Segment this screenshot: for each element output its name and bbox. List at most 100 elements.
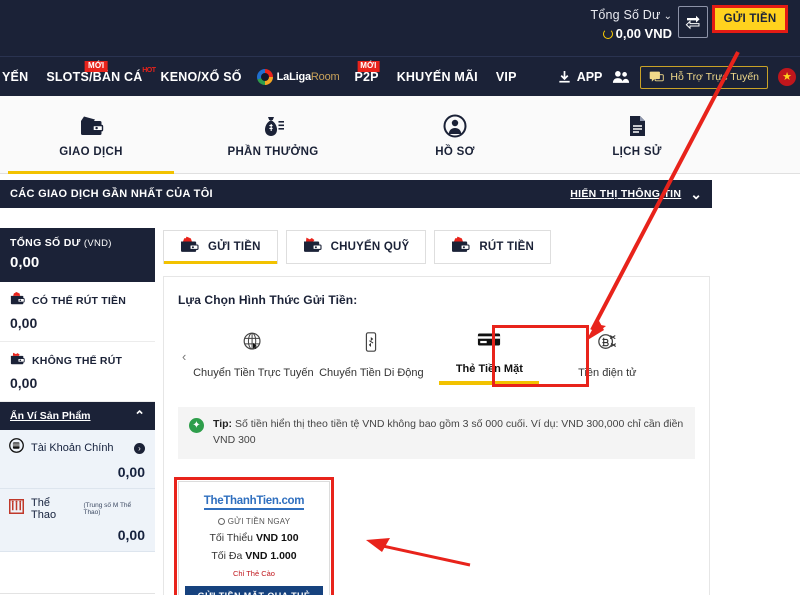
nav-item-label: KHUYẾN MÃI (396, 70, 478, 84)
document-icon (624, 113, 650, 139)
tab-lich-su[interactable]: LỊCH SỬ (546, 96, 728, 174)
balance-label: Tổng Số Dư (590, 8, 661, 22)
download-icon (559, 70, 570, 83)
method-crypto[interactable]: Tiền điện tử (548, 325, 666, 387)
money-bag-icon (260, 113, 286, 139)
nav-right-group: APP Hỗ Trợ Trực Tuyến ★ (557, 57, 796, 97)
method-label: Chuyển Tiền Trực Tuyến (193, 367, 314, 379)
tip-body: Số tiền hiển thị theo tiền tệ VND không … (213, 418, 684, 446)
total-balance-label: TỔNG SỐ DƯ (VND) (10, 237, 112, 249)
crypto-icon (596, 331, 618, 358)
section-header-actions: HIỂN THỊ THÔNG TIN ⌄ (570, 187, 702, 201)
method-online-transfer[interactable]: Chuyển Tiền Trực Tuyến (193, 325, 314, 387)
non-withdrawable-head: KHÔNG THỂ RÚT (10, 351, 145, 371)
star-badge-button[interactable]: ★ (778, 68, 796, 86)
method-label: Thẻ Tiền Mặt (455, 363, 523, 375)
nav-item-p2p[interactable]: MỚI P2P (345, 61, 387, 84)
top-bar: Tổng Số Dư ⌄ 0,00 VND GỬI TIỀN (0, 0, 800, 56)
tip-text: Tip: Số tiền hiển thị theo tiền tệ VND k… (213, 417, 684, 449)
non-withdrawable-label: KHÔNG THỂ RÚT (32, 355, 123, 367)
tab-label: RÚT TIỀN (479, 241, 534, 253)
balance-display[interactable]: Tổng Số Dư ⌄ 0,00 VND (590, 5, 672, 42)
withdrawable-label: CÓ THỂ RÚT TIỀN (32, 295, 126, 307)
nav-item-vip[interactable]: VIP (487, 70, 526, 84)
tab-label: HỒ SƠ (435, 145, 475, 158)
live-support-button[interactable]: Hỗ Trợ Trực Tuyến (640, 65, 768, 89)
sidebar-footer-spacer (0, 552, 155, 594)
wallet-row-main-account[interactable]: Tài Khoản Chính › 0,00 (0, 430, 155, 489)
chat-icon (650, 71, 665, 82)
tab-phan-thuong[interactable]: PHẦN THƯỞNG (182, 96, 364, 174)
chevron-up-icon: ⌃ (134, 408, 145, 423)
nav-item-0[interactable]: YẾN (0, 70, 37, 84)
wallet-expand-icon[interactable]: › (134, 442, 145, 454)
nav-item-label: KENO/XỔ SỐ (160, 70, 242, 84)
laliga-label: LaLigaRoom (276, 71, 340, 83)
swap-arrows-icon (685, 15, 700, 30)
balance-label-row: Tổng Số Dư ⌄ (590, 5, 672, 25)
balance-value: 0,00 VND (615, 26, 672, 41)
nav-item-label: P2P (354, 70, 379, 84)
tip-prefix: Tip: (213, 418, 233, 430)
wallet-head: Tài Khoản Chính › (9, 438, 145, 458)
nav-left-group: YẾN MỚI SLOTS/BẢN CÁ HOT KENO/XỔ SỐ LaLi… (0, 57, 526, 97)
deposit-panel: Lựa Chọn Hình Thức Gửi Tiền: ‹ Chuyển Ti… (163, 276, 710, 595)
app-label: APP (576, 70, 603, 84)
wallet-deposit-icon (180, 236, 200, 258)
nav-item-label: VIP (495, 70, 517, 84)
transaction-tabs: GỬI TIỀN CHUYỂN QUỸ RÚT TIỀN (155, 216, 712, 264)
nav-item-label: YẾN (2, 70, 29, 84)
referral-button[interactable] (612, 70, 630, 84)
chevron-left-icon[interactable]: ‹ (180, 325, 194, 364)
nav-item-promotions[interactable]: KHUYẾN MÃI (388, 70, 487, 84)
section-header: CÁC GIAO DỊCH GẦN NHẤT CỦA TÔI HIỂN THỊ … (0, 180, 712, 208)
total-balance-block: TỔNG SỐ DƯ (VND) 0,00 (0, 228, 155, 282)
wallet-row-sports[interactable]: Thể Thao (Trung số M Thể Thao) 0,00 (0, 489, 155, 552)
tab-giao-dich[interactable]: GIAO DỊCH (0, 96, 182, 174)
badge-new: MỚI (85, 61, 108, 72)
section-title: CÁC GIAO DỊCH GẦN NHẤT CỦA TÔI (10, 188, 213, 200)
globe-icon (242, 331, 264, 358)
method-mobile-transfer[interactable]: Chuyển Tiền Di Động (312, 325, 430, 387)
withdrawable-row: CÓ THỂ RÚT TIỀN 0,00 (0, 282, 155, 342)
refresh-icon[interactable] (602, 29, 613, 39)
tab-transfer[interactable]: CHUYỂN QUỸ (285, 230, 427, 264)
chevron-down-icon[interactable]: ⌄ (690, 187, 702, 201)
nav-item-1[interactable]: MỚI SLOTS/BẢN CÁ HOT (37, 61, 156, 84)
wallet-value: 0,00 (117, 464, 145, 480)
tab-withdraw[interactable]: RÚT TIỀN (434, 230, 551, 264)
withdrawable-head: CÓ THỂ RÚT TIỀN (10, 291, 145, 311)
method-label: Tiền điện tử (578, 367, 637, 379)
swap-button[interactable] (678, 6, 708, 38)
laliga-logo-icon (256, 69, 273, 85)
tab-ho-so[interactable]: HỒ SƠ (364, 96, 546, 174)
deposit-method-list: ‹ Chuyển Tiền Trực Tuyến Chuyển Tiền Di … (178, 325, 695, 387)
wallet-up-icon (10, 291, 26, 311)
app-download-button[interactable]: APP (557, 70, 603, 85)
tab-label: PHẦN THƯỞNG (227, 145, 319, 158)
badge-new: MỚI (357, 61, 380, 72)
tip-box: ✦ Tip: Số tiền hiển thị theo tiền tệ VND… (178, 407, 695, 459)
nav-item-label: SLOTS/BẢN CÁ (46, 70, 143, 84)
support-label: Hỗ Trợ Trực Tuyến (670, 71, 759, 83)
show-info-link[interactable]: HIỂN THỊ THÔNG TIN (570, 188, 681, 200)
non-withdrawable-row: KHÔNG THỂ RÚT 0,00 (0, 342, 155, 402)
sports-icon (9, 499, 24, 519)
hide-wallets-label: Ẩn Ví Sản Phẩm (10, 410, 91, 422)
currency-unit: (VND) (83, 238, 112, 249)
users-icon (613, 71, 630, 83)
page-root: Tổng Số Dư ⌄ 0,00 VND GỬI TIỀN YẾN MỚI SL… (0, 0, 800, 595)
deposit-button-top[interactable]: GỬI TIỀN (712, 5, 788, 33)
wallet-name: Thể Thao (31, 497, 57, 521)
method-cash-card[interactable]: Thẻ Tiền Mặt (430, 325, 548, 385)
main-nav-bar: YẾN MỚI SLOTS/BẢN CÁ HOT KENO/XỔ SỐ LaLi… (0, 56, 800, 96)
hide-product-wallets-toggle[interactable]: Ẩn Ví Sản Phẩm ⌃ (0, 402, 155, 430)
wallet-icon (78, 113, 104, 139)
nav-item-laliga-room[interactable]: LaLigaRoom (251, 69, 346, 85)
method-label: Chuyển Tiền Di Động (319, 367, 424, 379)
total-balance-value: 0,00 (10, 254, 40, 271)
tab-deposit[interactable]: GỬI TIỀN (163, 230, 278, 264)
nav-item-2[interactable]: KENO/XỔ SỐ (151, 70, 250, 84)
balance-sidebar: TỔNG SỐ DƯ (VND) 0,00 CÓ THỂ RÚT TIỀN 0,… (0, 228, 155, 594)
tab-label: GIAO DỊCH (59, 145, 123, 158)
